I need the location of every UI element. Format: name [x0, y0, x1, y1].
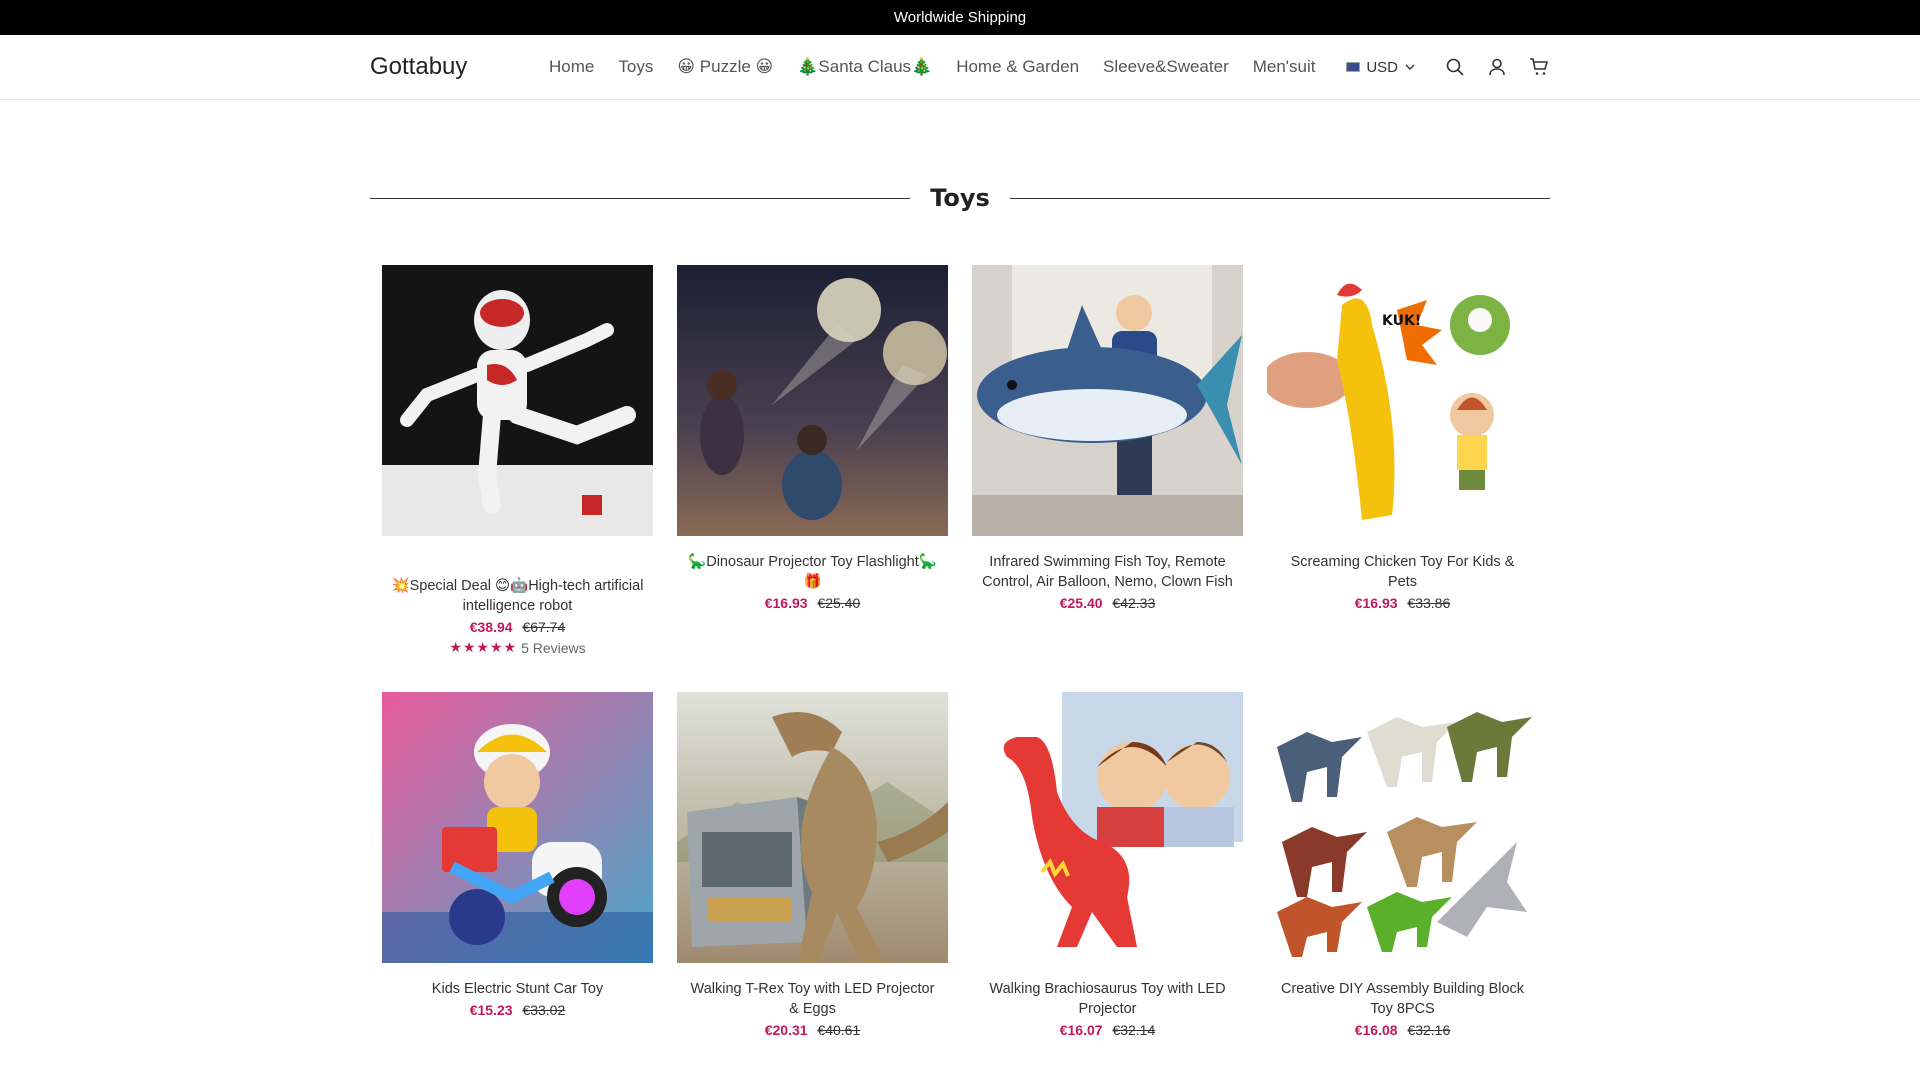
product-title[interactable]: Walking T-Rex Toy with LED Projector & E… [677, 979, 948, 1019]
nav-home-garden[interactable]: Home & Garden [956, 57, 1079, 77]
flag-icon [1346, 62, 1361, 72]
divider-left [370, 197, 911, 199]
product-title[interactable]: Infrared Swimming Fish Toy, Remote Contr… [972, 552, 1243, 592]
announcement-bar: Worldwide Shipping [0, 0, 1920, 35]
product-prices: €16.07 €32.14 [972, 1022, 1243, 1038]
product-card-brachiosaurus[interactable]: Walking Brachiosaurus Toy with LED Proje… [972, 692, 1243, 1038]
product-grid: 💥Special Deal 😊🤖High-tech artificial int… [382, 265, 1538, 1038]
currency-label: USD [1366, 58, 1398, 76]
sale-price: €16.93 [1354, 595, 1398, 611]
product-title[interactable]: 💥Special Deal 😊🤖High-tech artificial int… [382, 576, 653, 616]
product-prices: €25.40 €42.33 [972, 595, 1243, 611]
nav-santa-claus[interactable]: 🎄Santa Claus🎄 [797, 57, 932, 77]
compare-price: €42.33 [1112, 595, 1156, 611]
brand-logo[interactable]: Gottabuy [370, 53, 549, 81]
sale-price: €20.31 [764, 1022, 808, 1038]
compare-price: €32.16 [1407, 1022, 1451, 1038]
product-title[interactable]: 🦕Dinosaur Projector Toy Flashlight🦕🎁 [677, 552, 948, 592]
nav-toys[interactable]: Toys [618, 57, 653, 77]
product-prices: €16.08 €32.16 [1267, 1022, 1538, 1038]
sale-price: €16.93 [764, 595, 808, 611]
product-card-robot[interactable]: 💥Special Deal 😊🤖High-tech artificial int… [382, 265, 653, 656]
sale-price: €15.23 [469, 1002, 513, 1018]
product-title[interactable]: Walking Brachiosaurus Toy with LED Proje… [972, 979, 1243, 1019]
product-prices: €38.94 €67.74 [382, 619, 653, 635]
product-image-walking-trex[interactable] [677, 692, 948, 963]
product-prices: €16.93 €33.86 [1267, 595, 1538, 611]
product-card-walking-trex[interactable]: Walking T-Rex Toy with LED Projector & E… [677, 692, 948, 1038]
divider-right [1009, 197, 1551, 199]
compare-price: €25.40 [817, 595, 861, 611]
product-title[interactable]: Screaming Chicken Toy For Kids & Pets [1267, 552, 1538, 592]
product-image-dinosaur-projector[interactable] [677, 265, 948, 536]
product-card-building-block[interactable]: Creative DIY Assembly Building Block Toy… [1267, 692, 1538, 1038]
sale-price: €16.07 [1059, 1022, 1103, 1038]
section-title: Toys [930, 184, 990, 212]
review-count: 5 Reviews [521, 639, 586, 656]
nav-puzzle[interactable]: 😀 Puzzle 😀 [677, 57, 773, 77]
svg-text:KUK!: KUK! [1382, 313, 1421, 329]
product-card-swimming-fish[interactable]: Infrared Swimming Fish Toy, Remote Contr… [972, 265, 1243, 656]
product-prices: €16.93 €25.40 [677, 595, 948, 611]
sale-price: €16.08 [1354, 1022, 1398, 1038]
account-icon[interactable] [1486, 56, 1508, 78]
product-prices: €20.31 €40.61 [677, 1022, 948, 1038]
compare-price: €32.14 [1112, 1022, 1156, 1038]
rating-stars-icon: ★★★★★ [449, 639, 518, 655]
main-nav: Home Toys 😀 Puzzle 😀 🎄Santa Claus🎄 Home … [549, 57, 1346, 77]
announcement-text: Worldwide Shipping [893, 9, 1027, 26]
product-image-building-block[interactable] [1267, 692, 1538, 963]
product-title[interactable]: Creative DIY Assembly Building Block Toy… [1267, 979, 1538, 1019]
search-icon[interactable] [1444, 56, 1466, 78]
currency-selector[interactable]: USD [1346, 59, 1416, 76]
product-prices: €15.23 €33.02 [382, 1002, 653, 1018]
product-reviews[interactable]: ★★★★★ 5 Reviews [382, 639, 653, 656]
nav-mens-suit[interactable]: Men'suit [1253, 57, 1316, 77]
product-image-stunt-car[interactable] [382, 692, 653, 963]
sale-price: €38.94 [469, 619, 513, 635]
chevron-down-icon [1405, 64, 1415, 70]
cart-icon[interactable] [1528, 56, 1550, 78]
product-image-screaming-chicken[interactable]: KUK! [1267, 265, 1538, 536]
nav-home[interactable]: Home [549, 57, 594, 77]
product-card-stunt-car[interactable]: Kids Electric Stunt Car Toy €15.23 €33.0… [382, 692, 653, 1038]
compare-price: €33.86 [1407, 595, 1451, 611]
product-image-brachiosaurus[interactable] [972, 692, 1243, 963]
product-card-screaming-chicken[interactable]: KUK! Screaming Chicken Toy For Kids & Pe… [1267, 265, 1538, 656]
nav-sleeve-sweater[interactable]: Sleeve&Sweater [1103, 57, 1229, 77]
product-image-robot[interactable] [382, 265, 653, 536]
product-title[interactable]: Kids Electric Stunt Car Toy [382, 979, 653, 999]
site-header: Gottabuy Home Toys 😀 Puzzle 😀 🎄Santa Cla… [0, 35, 1920, 100]
header-tools: USD [1346, 56, 1550, 78]
section-heading: Toys [370, 178, 1551, 218]
product-image-swimming-fish[interactable] [972, 265, 1243, 536]
compare-price: €33.02 [522, 1002, 566, 1018]
sale-price: €25.40 [1059, 595, 1103, 611]
compare-price: €40.61 [817, 1022, 861, 1038]
compare-price: €67.74 [522, 619, 566, 635]
product-card-dinosaur-projector[interactable]: 🦕Dinosaur Projector Toy Flashlight🦕🎁 €16… [677, 265, 948, 656]
